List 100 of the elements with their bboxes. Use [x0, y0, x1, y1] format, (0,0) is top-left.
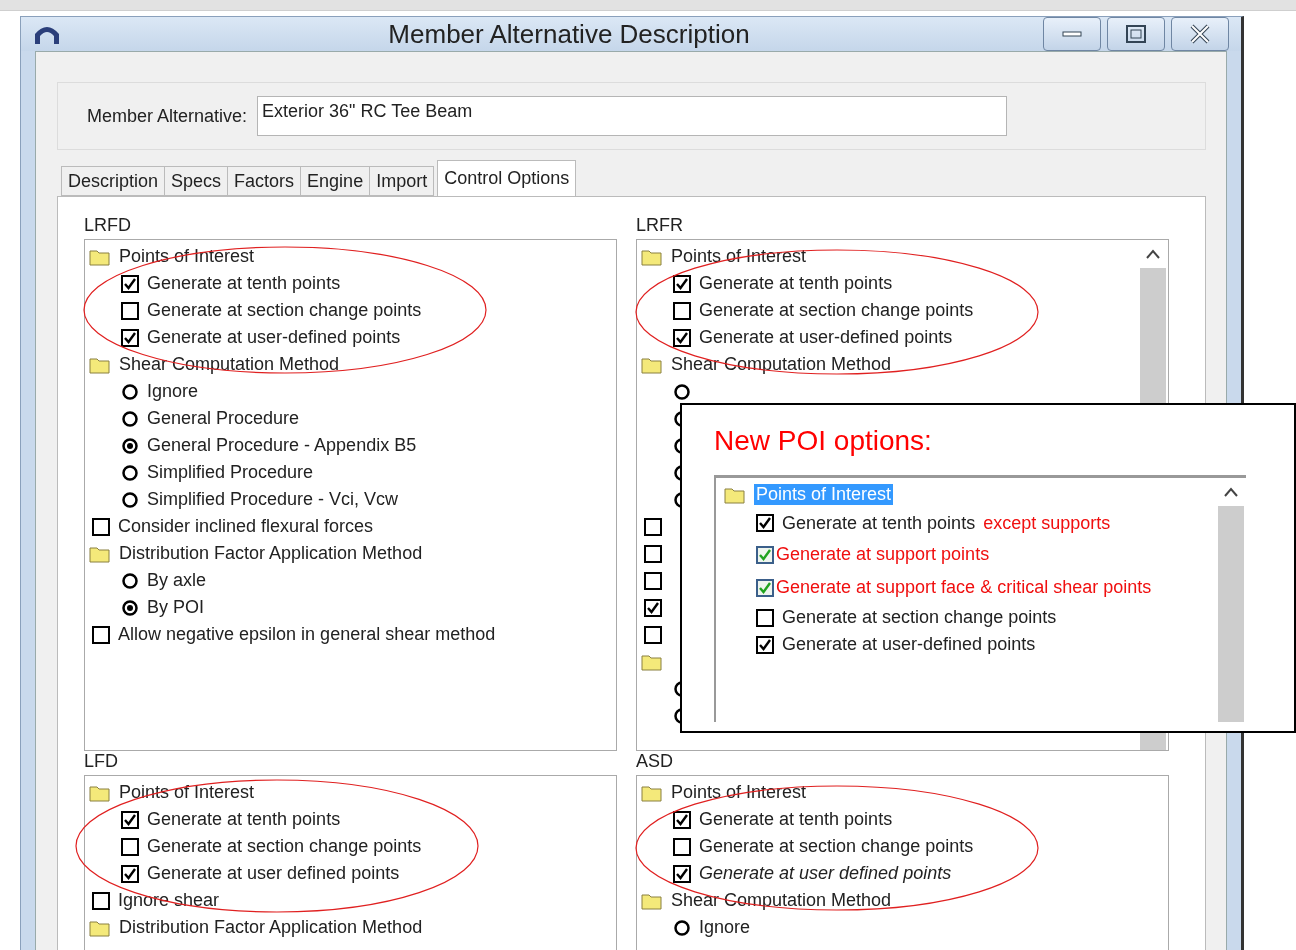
- checkbox[interactable]: [121, 864, 139, 883]
- folder-icon: [724, 485, 746, 504]
- annotation-note: except supports: [983, 512, 1111, 534]
- option-label: Generate at tenth points: [699, 273, 893, 294]
- checkbox[interactable]: [756, 514, 774, 532]
- tree-folder-label: Distribution Factor Application Method: [119, 543, 423, 564]
- checkbox[interactable]: [121, 328, 139, 347]
- option-label: Generate at section change points: [147, 836, 422, 857]
- folder-icon: [89, 783, 111, 802]
- radio-button[interactable]: [121, 436, 139, 455]
- checkbox[interactable]: [121, 274, 139, 293]
- option-label: Ignore: [699, 917, 751, 938]
- option-label: Ignore shear: [118, 890, 220, 911]
- folder-icon: [641, 891, 663, 910]
- option-label: By axle: [147, 570, 207, 591]
- checkbox[interactable]: [644, 598, 662, 617]
- checkbox[interactable]: [673, 864, 691, 883]
- option-label: By POI: [147, 597, 204, 618]
- radio-button[interactable]: [121, 463, 139, 482]
- folder-icon: [641, 652, 663, 671]
- checkbox[interactable]: [121, 301, 139, 320]
- field-label: Member Alternative:: [87, 105, 248, 127]
- member-alternative-field[interactable]: Exterior 36" RC Tee Beam: [257, 96, 1008, 136]
- option-label: General Procedure: [147, 408, 300, 429]
- tree-folder-label: Shear Computation Method: [671, 354, 892, 375]
- checkbox[interactable]: [644, 517, 662, 536]
- option-label: Generate at section change points: [147, 300, 422, 321]
- option-label: Simplified Procedure: [147, 462, 314, 483]
- scroll-up-icon[interactable]: [1223, 486, 1239, 498]
- option-label: Generate at section change points: [699, 300, 974, 321]
- checkbox[interactable]: [673, 301, 691, 320]
- option-label: General Procedure - Appendix B5: [147, 435, 417, 456]
- checkbox[interactable]: [92, 891, 110, 910]
- option-label: Generate at section change points: [782, 607, 1057, 628]
- tree-folder-label: Distribution Factor Application Method: [119, 917, 423, 938]
- folder-icon: [641, 783, 663, 802]
- checkbox[interactable]: [644, 571, 662, 590]
- minimize-icon: [1062, 30, 1082, 38]
- option-label: Generate at user-defined points: [147, 327, 401, 348]
- maximize-icon: [1126, 25, 1146, 43]
- option-label: Generate at support face & critical shear points: [776, 577, 1152, 598]
- tab[interactable]: Import: [369, 166, 435, 196]
- option-label: Simplified Procedure - Vci, Vcw: [147, 489, 399, 510]
- tree-folder-label: Shear Computation Method: [119, 354, 340, 375]
- option-label: Generate at tenth points: [699, 809, 893, 830]
- option-label: Ignore: [147, 381, 199, 402]
- radio-button[interactable]: [121, 382, 139, 401]
- option-label: Generate at user-defined points: [699, 327, 953, 348]
- checkbox[interactable]: [121, 810, 139, 829]
- tab[interactable]: Specs: [164, 166, 229, 196]
- radio-button[interactable]: [673, 382, 691, 401]
- checkbox[interactable]: [673, 810, 691, 829]
- checkbox[interactable]: [756, 545, 774, 564]
- folder-icon: [641, 355, 663, 374]
- folder-icon: [89, 918, 111, 937]
- folder-icon: [641, 247, 663, 266]
- scroll-thumb[interactable]: [1218, 506, 1244, 722]
- scroll-up-icon[interactable]: [1145, 248, 1161, 260]
- folder-icon: [89, 247, 111, 266]
- window-title: Member Alternative Description: [387, 18, 751, 50]
- option-label: Generate at support points: [776, 544, 990, 565]
- checkbox[interactable]: [673, 274, 691, 293]
- radio-button[interactable]: [673, 918, 691, 937]
- tree-folder-label: Points of Interest: [119, 782, 255, 803]
- option-label: Generate at tenth points: [147, 809, 341, 830]
- tab[interactable]: Factors: [227, 166, 302, 196]
- minimize-button[interactable]: [1043, 17, 1101, 51]
- tab[interactable]: Control Options: [437, 160, 577, 196]
- option-label: Generate at section change points: [699, 836, 974, 857]
- option-label: Consider inclined flexural forces: [118, 516, 374, 537]
- option-label: Generate at user defined points: [699, 863, 952, 884]
- close-icon: [1189, 24, 1211, 44]
- checkbox[interactable]: [92, 625, 110, 644]
- folder-icon: [89, 355, 111, 374]
- section-title: LFD: [84, 751, 119, 773]
- checkbox[interactable]: [644, 625, 662, 644]
- checkbox[interactable]: [121, 837, 139, 856]
- option-label: Allow negative epsilon in general shear method: [118, 624, 496, 645]
- checkbox[interactable]: [756, 578, 774, 597]
- checkbox[interactable]: [756, 635, 774, 654]
- checkbox[interactable]: [673, 837, 691, 856]
- radio-button[interactable]: [121, 571, 139, 590]
- checkbox[interactable]: [673, 328, 691, 347]
- folder-icon: [89, 544, 111, 563]
- section-title: LRFD: [84, 215, 132, 237]
- radio-button[interactable]: [121, 598, 139, 617]
- checkbox[interactable]: [756, 608, 774, 627]
- option-label: Generate at tenth points: [147, 273, 341, 294]
- tree-folder-label: Shear Computation Method: [671, 890, 892, 911]
- tab[interactable]: Engine: [300, 166, 371, 196]
- radio-button[interactable]: [121, 409, 139, 428]
- tab[interactable]: Description: [61, 166, 166, 196]
- close-button[interactable]: [1171, 17, 1229, 51]
- maximize-button[interactable]: [1107, 17, 1165, 51]
- checkbox[interactable]: [92, 517, 110, 536]
- option-label: Generate at user-defined points: [782, 634, 1036, 655]
- option-label: Generate at tenth points: [782, 512, 976, 534]
- checkbox[interactable]: [644, 544, 662, 563]
- section-title: ASD: [636, 751, 674, 773]
- radio-button[interactable]: [121, 490, 139, 509]
